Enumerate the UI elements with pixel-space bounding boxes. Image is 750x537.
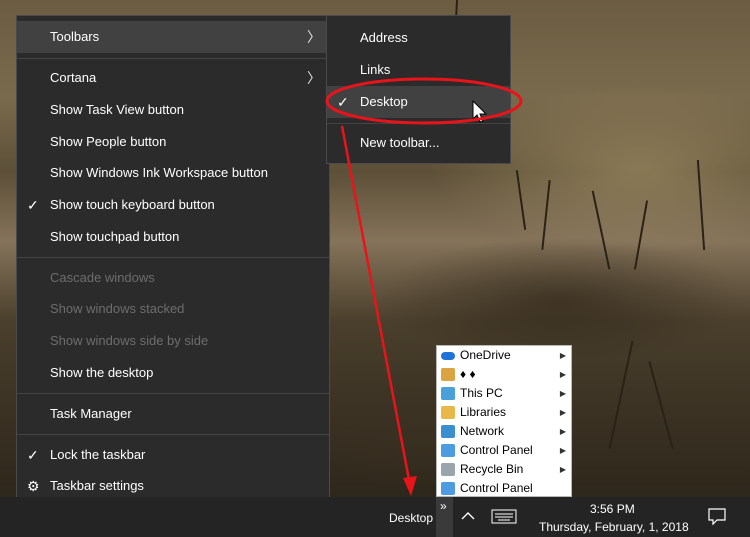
highlight-ellipse [325, 77, 523, 125]
annotation-arrowhead [403, 476, 417, 496]
red-annotation-overlay [325, 77, 523, 496]
annotation-arrow-line [340, 125, 412, 486]
